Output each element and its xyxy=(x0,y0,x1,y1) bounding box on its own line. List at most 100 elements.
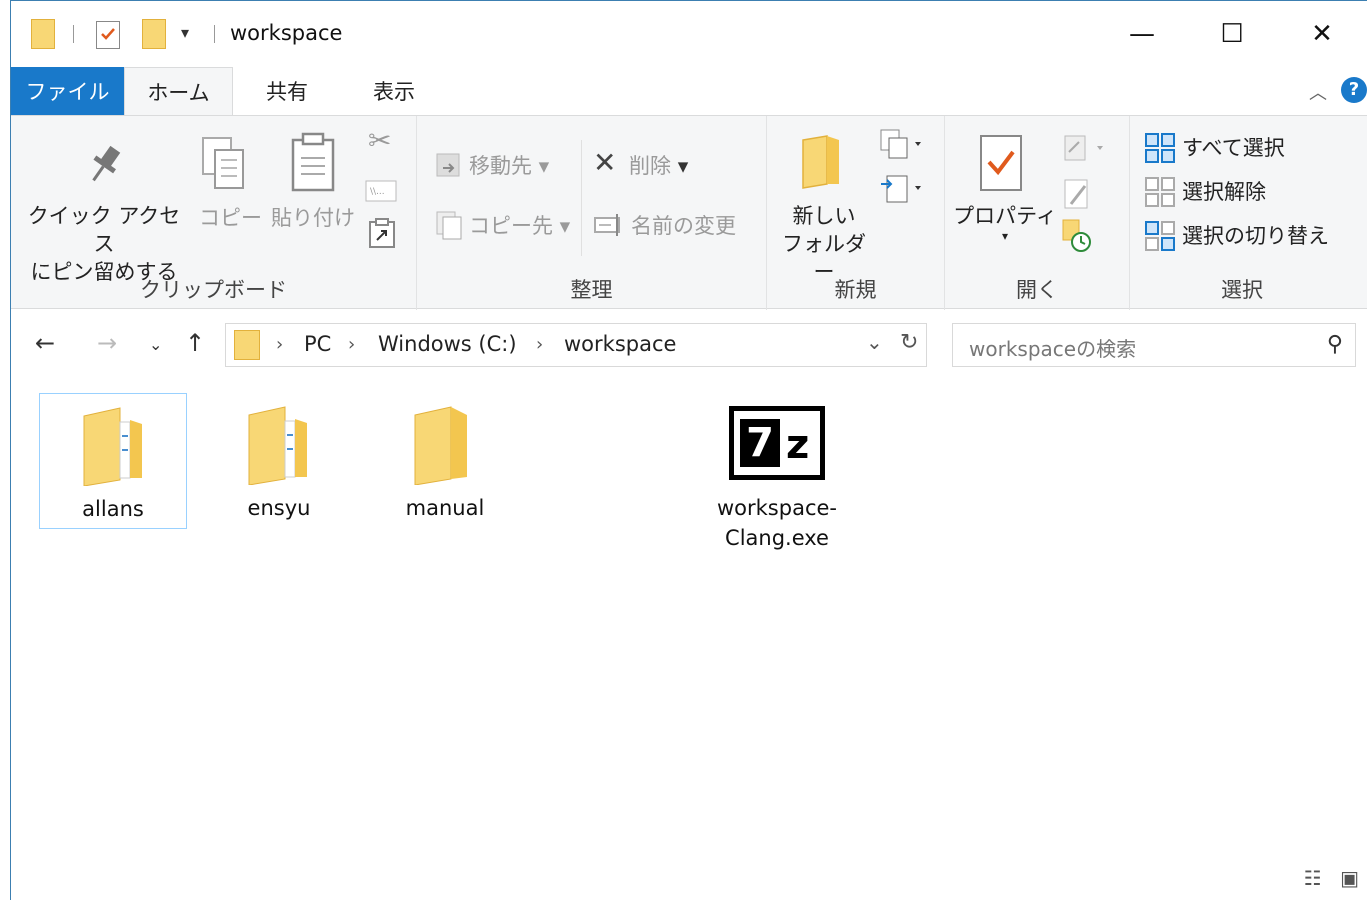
new-folder-quick-access-icon[interactable] xyxy=(142,19,166,49)
select-none-button[interactable]: 選択解除 xyxy=(1182,176,1266,206)
cut-icon[interactable]: ✂ xyxy=(368,124,391,157)
breadcrumb-windows-c[interactable]: Windows (C:) xyxy=(378,332,517,356)
pin-label-1: クイック アクセス xyxy=(27,204,181,256)
breadcrumb-pc[interactable]: PC xyxy=(304,332,331,356)
divider xyxy=(73,25,74,43)
properties-icon xyxy=(979,134,1023,196)
search-box[interactable]: workspaceの検索 ⚲ xyxy=(952,323,1356,367)
select-none-icon xyxy=(1144,176,1176,212)
properties-label: プロパティ xyxy=(953,204,1057,228)
recent-locations-icon[interactable]: ⌄ xyxy=(149,335,162,354)
view-toggle: ☷ ▣ xyxy=(1304,866,1359,890)
tab-home[interactable]: ホーム xyxy=(124,67,233,116)
chevron-right-icon[interactable]: › xyxy=(348,334,355,355)
ribbon-tabs: ファイル ホーム 共有 表示 ︿ ? xyxy=(11,67,1367,116)
file-name: workspace- Clang.exe xyxy=(703,493,851,553)
copy-to-icon xyxy=(435,210,465,244)
group-open: プロパティ ▾ 開く xyxy=(945,116,1130,310)
delete-label: 削除 xyxy=(629,154,671,178)
customize-quick-access-icon[interactable]: ▾ xyxy=(181,23,189,42)
file-item-manual[interactable]: manual xyxy=(371,393,519,529)
delete-button[interactable]: 削除 ▾ xyxy=(629,150,688,180)
group-organize: 移動先 ▾ コピー先 ▾ ✕ 削除 ▾ 名前の変更 整理 xyxy=(417,116,767,310)
chevron-down-icon[interactable]: ⌄ xyxy=(866,330,883,354)
paste-button[interactable]: 貼り付け xyxy=(271,202,355,232)
minimize-button[interactable]: — xyxy=(1097,1,1187,67)
close-button[interactable]: ✕ xyxy=(1277,1,1367,67)
forward-arrow-icon[interactable]: → xyxy=(97,329,117,357)
maximize-button[interactable]: ☐ xyxy=(1187,1,1277,67)
tab-share[interactable]: 共有 xyxy=(233,67,341,115)
file-item-workspace-clang-exe[interactable]: workspace- Clang.exe xyxy=(703,393,851,563)
rename-button[interactable]: 名前の変更 xyxy=(631,210,736,240)
chevron-up-icon[interactable]: ︿ xyxy=(1309,79,1327,105)
tab-file[interactable]: ファイル xyxy=(11,67,124,115)
new-folder-label-1: 新しい xyxy=(792,204,856,228)
explorer-window: ▾ workspace — ☐ ✕ ファイル ホーム 共有 表示 ︿ ? クイッ… xyxy=(10,0,1367,900)
select-all-icon xyxy=(1144,132,1176,168)
file-name-line1: workspace- xyxy=(716,496,837,520)
new-item-icon[interactable] xyxy=(879,128,929,166)
help-icon[interactable]: ? xyxy=(1341,77,1367,103)
chevron-down-icon: ▾ xyxy=(1001,229,1009,243)
paste-shortcut-icon[interactable] xyxy=(369,218,395,252)
pin-icon xyxy=(83,142,127,190)
file-name: ensyu xyxy=(247,496,311,520)
file-name: allans xyxy=(82,497,144,521)
history-icon[interactable] xyxy=(1061,218,1093,256)
breadcrumb-workspace[interactable]: workspace xyxy=(564,332,676,356)
back-arrow-icon[interactable]: ← xyxy=(35,329,55,357)
tab-view[interactable]: 表示 xyxy=(341,67,447,115)
group-new: 新しい フォルダー 新規 xyxy=(767,116,945,310)
clipboard-icon xyxy=(289,132,337,196)
search-icon[interactable]: ⚲ xyxy=(1327,332,1343,357)
copy-path-icon[interactable]: \\... xyxy=(365,180,397,206)
organize-group-label: 整理 xyxy=(570,278,613,302)
details-view-icon[interactable]: ☷ xyxy=(1304,866,1322,890)
file-item-ensyu[interactable]: ensyu xyxy=(205,393,353,529)
divider xyxy=(214,25,215,43)
folder-icon xyxy=(234,330,260,360)
edit-icon[interactable] xyxy=(1063,178,1093,216)
file-item-allans[interactable]: allans xyxy=(39,393,187,529)
copy-to-button[interactable]: コピー先 ▾ xyxy=(469,210,570,240)
move-to-icon xyxy=(435,150,465,184)
chevron-right-icon[interactable]: › xyxy=(536,334,543,355)
folder-icon xyxy=(31,19,55,49)
select-all-button[interactable]: すべて選択 xyxy=(1182,132,1285,162)
refresh-icon[interactable]: ↻ xyxy=(900,330,918,355)
easy-access-icon[interactable] xyxy=(879,172,929,210)
properties-button[interactable]: プロパティ ▾ xyxy=(953,202,1057,242)
select-group-label: 選択 xyxy=(1221,278,1263,302)
invert-selection-button[interactable]: 選択の切り替え xyxy=(1182,220,1329,250)
large-icons-view-icon[interactable]: ▣ xyxy=(1340,866,1359,890)
new-folder-icon xyxy=(801,134,841,194)
group-select: すべて選択 選択解除 選択の切り替え 選択 xyxy=(1130,116,1354,310)
divider xyxy=(581,140,582,256)
folder-icon xyxy=(411,405,477,486)
ribbon: クイック アクセス にピン留めする コピー 貼り付け ✂ \\... クリップボ… xyxy=(11,115,1367,310)
up-arrow-icon[interactable]: ↑ xyxy=(185,329,205,357)
chevron-right-icon[interactable]: › xyxy=(276,334,283,355)
properties-quick-access-icon[interactable] xyxy=(96,21,120,49)
move-to-button[interactable]: 移動先 ▾ xyxy=(469,150,549,180)
group-clipboard: クイック アクセス にピン留めする コピー 貼り付け ✂ \\... クリップボ… xyxy=(11,116,417,310)
copy-button[interactable]: コピー xyxy=(199,202,262,232)
invert-selection-icon xyxy=(1144,220,1176,256)
open-group-label: 開く xyxy=(1016,278,1058,302)
window-title: workspace xyxy=(230,21,343,45)
folder-with-files-icon xyxy=(80,406,146,487)
title-bar: ▾ workspace — ☐ ✕ xyxy=(11,1,1367,67)
navigation-bar: ← → ⌄ ↑ › PC › Windows (C:) › workspace … xyxy=(11,309,1367,381)
svg-text:\\...: \\... xyxy=(370,187,385,197)
address-bar[interactable]: › PC › Windows (C:) › workspace ⌄ ↻ xyxy=(225,323,927,367)
folder-with-files-icon xyxy=(245,405,311,486)
open-icon[interactable] xyxy=(1061,134,1111,168)
new-group-label: 新規 xyxy=(834,278,877,302)
rename-icon xyxy=(593,212,627,242)
copy-icon xyxy=(199,136,249,196)
file-name: manual xyxy=(405,496,485,520)
delete-icon: ✕ xyxy=(593,146,617,179)
search-input[interactable]: workspaceの検索 xyxy=(969,333,1136,362)
clipboard-group-label: クリップボード xyxy=(140,278,287,302)
